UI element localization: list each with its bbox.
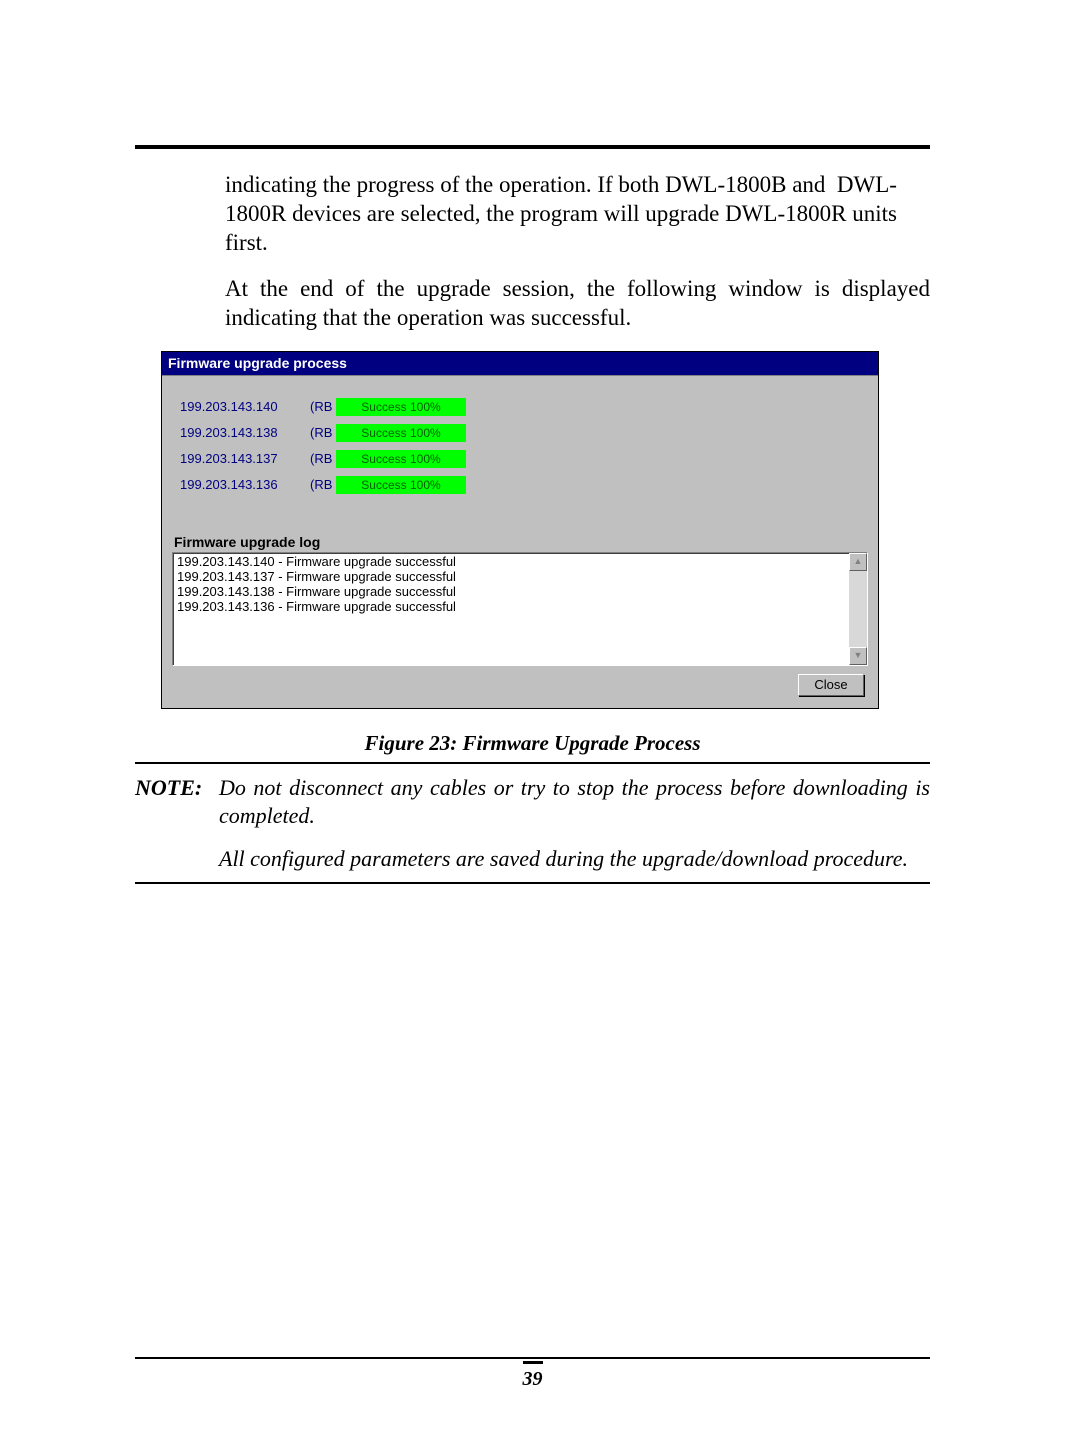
window-title: Firmware upgrade process [162, 352, 878, 375]
window-client-area: 199.203.143.140 (RB Success 100% 199.203… [162, 375, 878, 708]
scroll-up-icon[interactable]: ▲ [849, 553, 867, 571]
ip-address: 199.203.143.138 [180, 425, 310, 440]
scrollbar[interactable]: ▲ ▼ [849, 553, 867, 665]
progress-bar: Success 100% [336, 398, 466, 416]
note-block: NOTE: Do not disconnect any cables or tr… [135, 774, 930, 874]
log-section-label: Firmware upgrade log [174, 534, 870, 550]
ip-address: 199.203.143.140 [180, 399, 310, 414]
note-rule [135, 882, 930, 884]
progress-row: 199.203.143.138 (RB Success 100% [180, 420, 870, 446]
progress-bar: Success 100% [336, 450, 466, 468]
log-line: 199.203.143.137 - Firmware upgrade succe… [177, 570, 847, 585]
close-button[interactable]: Close [798, 674, 864, 696]
caption-rule [135, 762, 930, 764]
progress-row: 199.203.143.137 (RB Success 100% [180, 446, 870, 472]
progress-bar: Success 100% [336, 476, 466, 494]
page-number: 39 [135, 1368, 930, 1391]
header-rule [135, 145, 930, 149]
scroll-down-icon[interactable]: ▼ [849, 647, 867, 665]
progress-row: 199.203.143.136 (RB Success 100% [180, 472, 870, 498]
log-line: 199.203.143.138 - Firmware upgrade succe… [177, 585, 847, 600]
log-textarea[interactable]: 199.203.143.140 - Firmware upgrade succe… [172, 552, 868, 666]
note-body-1: Do not disconnect any cables or try to s… [219, 774, 930, 831]
ip-address: 199.203.143.136 [180, 477, 310, 492]
log-line: 199.203.143.136 - Firmware upgrade succe… [177, 600, 847, 615]
figure-caption: Figure 23: Firmware Upgrade Process [135, 731, 930, 756]
note-label: NOTE: [135, 774, 219, 831]
progress-row: 199.203.143.140 (RB Success 100% [180, 394, 870, 420]
firmware-upgrade-window: Firmware upgrade process 199.203.143.140… [161, 351, 879, 709]
paragraph-2: At the end of the upgrade session, the f… [225, 275, 930, 333]
note-body-2: All configured parameters are saved duri… [219, 845, 930, 874]
page-footer: 39 [135, 1357, 930, 1391]
log-line: 199.203.143.140 - Firmware upgrade succe… [177, 555, 847, 570]
paragraph-1: indicating the progress of the operation… [225, 171, 930, 257]
progress-bar: Success 100% [336, 424, 466, 442]
ip-address: 199.203.143.137 [180, 451, 310, 466]
